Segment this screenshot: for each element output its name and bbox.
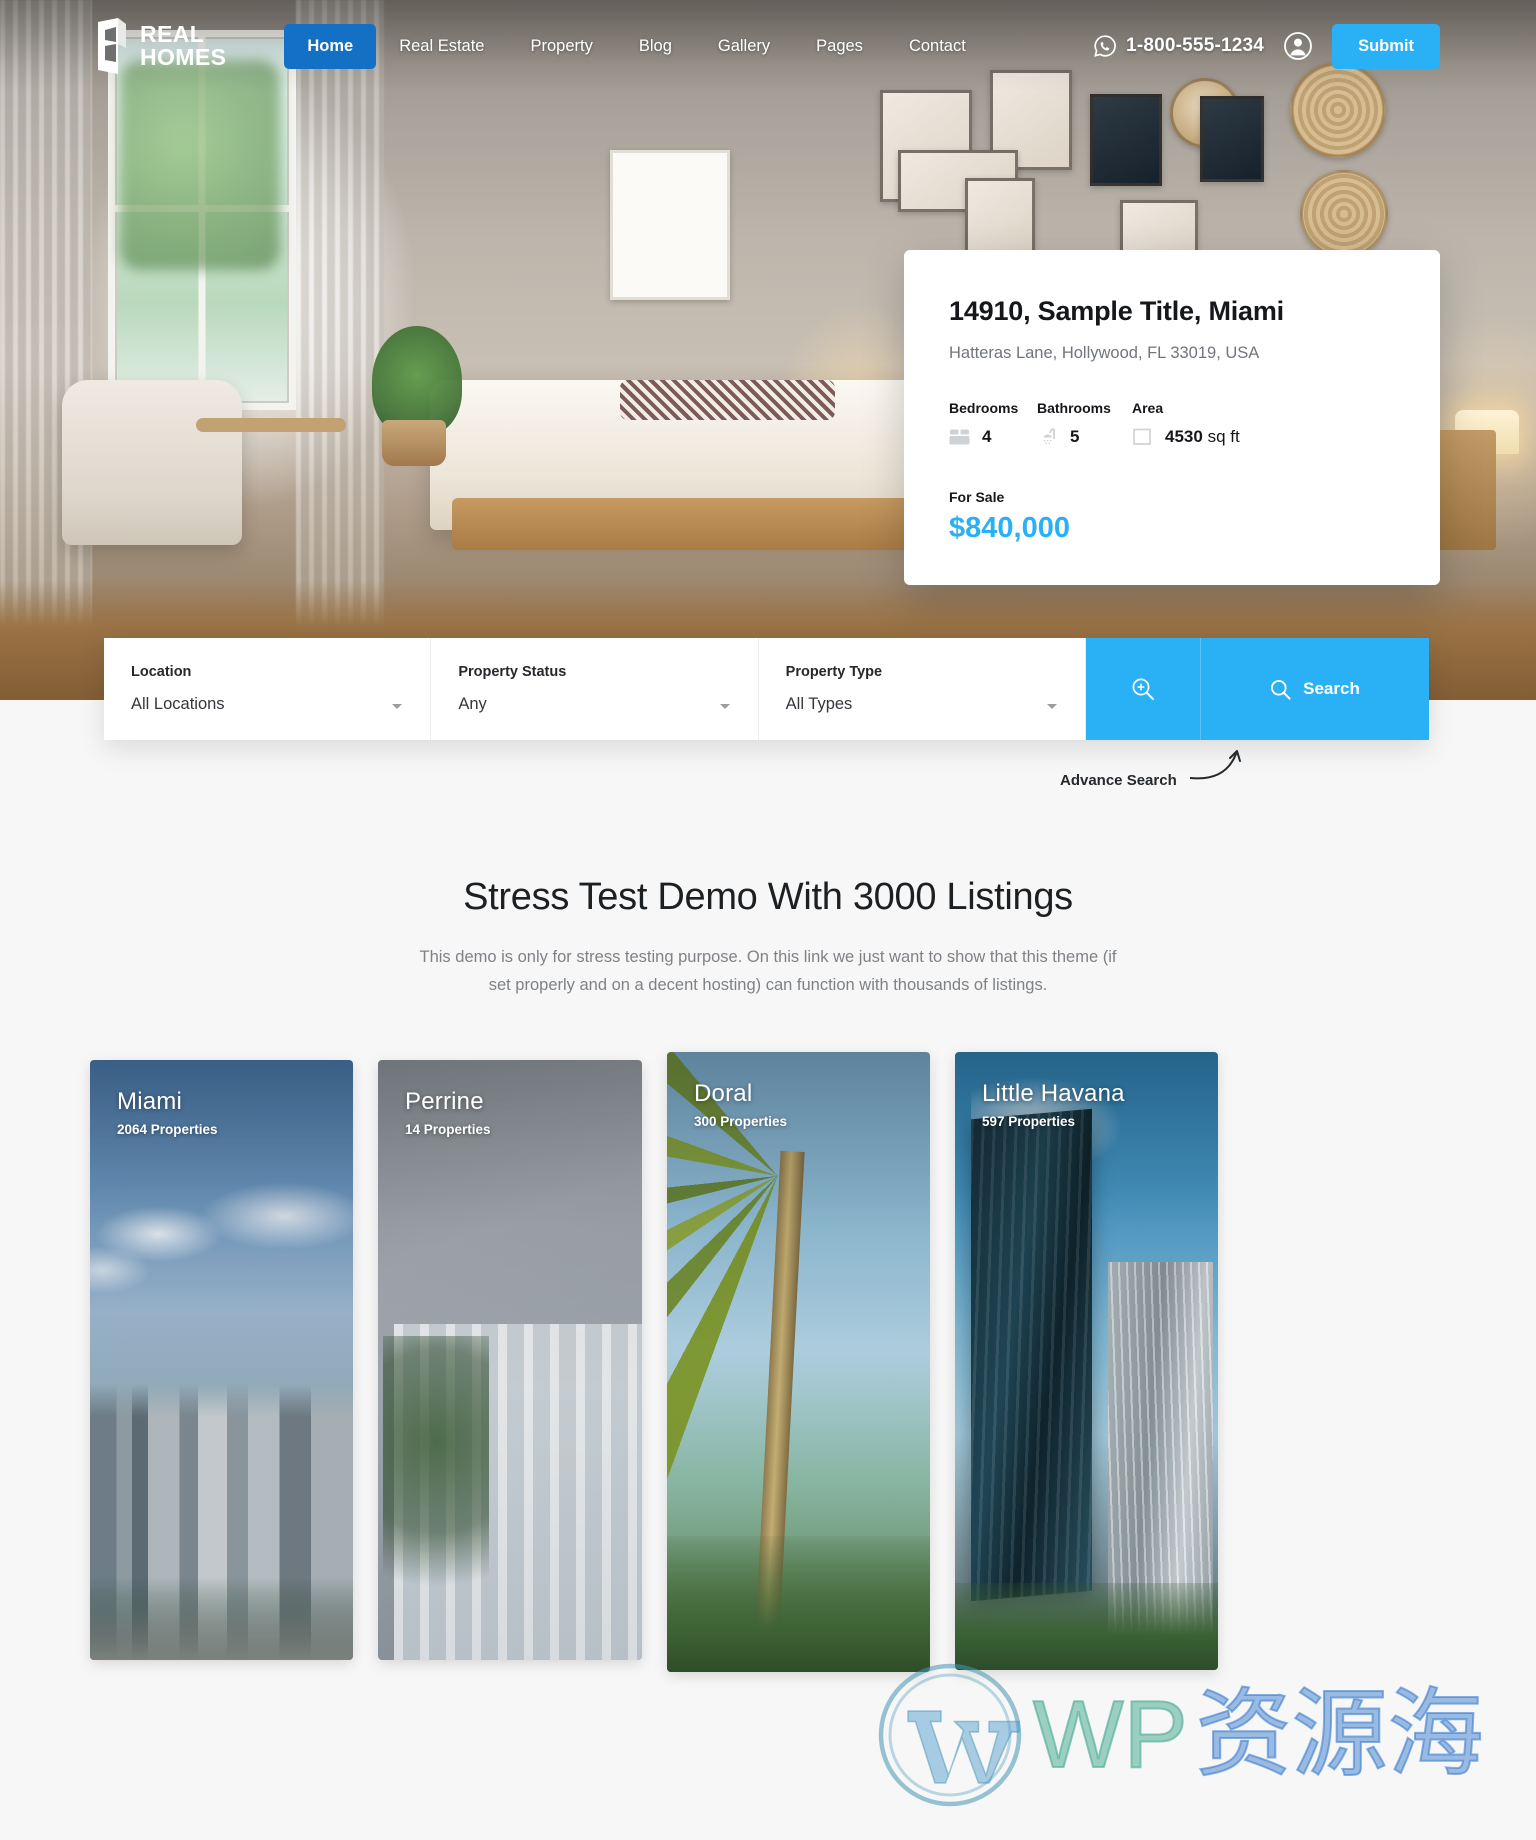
site-logo[interactable]: REAL HOMES [96,18,226,74]
patterned-pillow [620,380,835,420]
magnifier-plus-icon [1132,678,1154,700]
whatsapp-icon [1094,35,1116,57]
spec-label: Area [1132,400,1164,416]
shower-icon [1043,428,1055,444]
nav-item-blog[interactable]: Blog [616,24,695,69]
field-label: Location [131,664,192,680]
city-card-miami[interactable]: Miami 2064 Properties [90,1060,353,1660]
phone-number: 1-800-555-1234 [1126,35,1265,56]
chevron-down-icon [719,704,730,709]
property-address: Hatteras Lane, Hollywood, FL 33019, USA [949,344,1260,362]
field-label: Property Status [458,664,567,680]
city-card-doral[interactable]: Doral 300 Properties [667,1052,930,1672]
property-search-bar: Location All Locations Property Status A… [104,638,1429,740]
real-homes-logo-icon [98,18,126,74]
wall-sketch-art [610,150,730,300]
spec-label: Bathrooms [1037,400,1111,416]
nav-item-property[interactable]: Property [507,24,615,69]
section-subtitle: This demo is only for stress testing pur… [419,948,1117,994]
search-field-property-status[interactable]: Property Status Any [431,638,759,740]
area-number: 4530 [1165,427,1203,446]
featured-property-card[interactable]: 14910, Sample Title, Miami Hatteras Lane… [904,250,1440,585]
city-overlay [378,1060,642,1660]
wall-woven-art [1300,170,1388,258]
property-status-label: For Sale [949,489,1005,505]
watermark-wp-text: WP [1032,1681,1189,1788]
city-overlay [90,1060,353,1660]
site-header: REAL HOMES Home Real Estate Property Blo… [0,0,1536,92]
main-navigation: Home Real Estate Property Blog Gallery P… [284,23,989,69]
area-square-icon [1133,428,1151,445]
spec-value: 5 [1070,427,1080,446]
spec-value: 4530 sq ft [1165,427,1240,447]
plant-stand [382,420,446,466]
spec-label: Bedrooms [949,400,1019,416]
watermark-cn-text: 资源海 [1195,1681,1485,1788]
wall-frame [965,178,1035,256]
search-button-label: Search [1303,679,1360,698]
city-property-count: 300 Properties [694,1114,788,1129]
spec-bathrooms: Bathrooms 5 [1037,400,1132,447]
search-field-property-type[interactable]: Property Type All Types [759,638,1086,740]
search-submit-button[interactable]: Search [1200,638,1429,740]
nav-item-gallery[interactable]: Gallery [695,24,793,69]
advanced-search-button[interactable] [1085,638,1201,740]
phone-link[interactable]: 1-800-555-1234 [1093,34,1264,58]
advance-search-arrow-icon [1190,750,1241,780]
field-label: Property Type [785,664,883,680]
city-name: Miami [117,1088,182,1115]
spec-value: 4 [982,427,992,446]
wall-frame-dark [1200,96,1264,182]
field-value: Any [458,695,487,713]
bed-icon [949,429,970,445]
city-card-perrine[interactable]: Perrine 14 Properties [378,1060,642,1660]
city-name: Doral [694,1080,753,1107]
city-name: Perrine [405,1088,484,1115]
city-caption: Miami 2064 Properties [117,1088,218,1137]
field-value: All Types [785,695,853,713]
city-overlay [667,1052,930,1672]
city-caption: Perrine 14 Properties [405,1088,491,1137]
logo-line-2: HOMES [140,44,227,70]
chevron-down-icon [1046,704,1057,709]
listings-section: Stress Test Demo With 3000 Listings This… [0,700,1536,999]
wp-watermark: WP 资源海 [875,1660,1485,1810]
nav-item-home[interactable]: Home [284,23,377,69]
search-icon [1271,679,1291,700]
advance-search-note: Advance Search [1060,772,1177,789]
city-caption: Little Havana 597 Properties [982,1080,1125,1129]
page-title: Stress Test Demo With 3000 Listings [463,876,1073,918]
logo-line-1: REAL [140,21,205,47]
chevron-down-icon [392,704,403,709]
wordpress-logo-icon [878,1663,1022,1807]
curtain-right [296,0,384,640]
city-overlay [955,1052,1218,1670]
spec-area: Area 4530 sq ft [1132,400,1240,447]
property-specs: Bedrooms 4 Bathrooms 5 Area 4530 sq ft [949,400,1395,447]
spec-bedrooms: Bedrooms 4 [949,400,1037,447]
field-value: All Locations [131,695,225,713]
section-header: Stress Test Demo With 3000 Listings This… [0,700,1536,999]
header-actions: 1-800-555-1234 Submit [1093,23,1440,69]
nav-item-real-estate[interactable]: Real Estate [376,24,507,69]
city-card-little-havana[interactable]: Little Havana 597 Properties [955,1052,1218,1670]
city-property-count: 597 Properties [982,1114,1076,1129]
property-price: $840,000 [949,512,1070,544]
search-field-location[interactable]: Location All Locations [104,638,432,740]
user-account-icon[interactable] [1284,32,1312,60]
city-name: Little Havana [982,1080,1125,1107]
armchair [62,380,242,545]
city-property-count: 14 Properties [405,1122,491,1137]
submit-button[interactable]: Submit [1332,23,1440,69]
nav-item-pages[interactable]: Pages [793,24,886,69]
logo-text: REAL HOMES [140,23,226,69]
nav-item-contact[interactable]: Contact [886,24,989,69]
side-table [196,418,346,432]
area-unit: sq ft [1207,427,1240,446]
wall-frame-dark [1090,94,1162,186]
city-caption: Doral 300 Properties [694,1080,787,1129]
property-title: 14910, Sample Title, Miami [949,296,1284,326]
city-cards-row: Miami 2064 Properties Perrine 14 Propert… [90,1052,1218,1672]
city-property-count: 2064 Properties [117,1122,218,1137]
